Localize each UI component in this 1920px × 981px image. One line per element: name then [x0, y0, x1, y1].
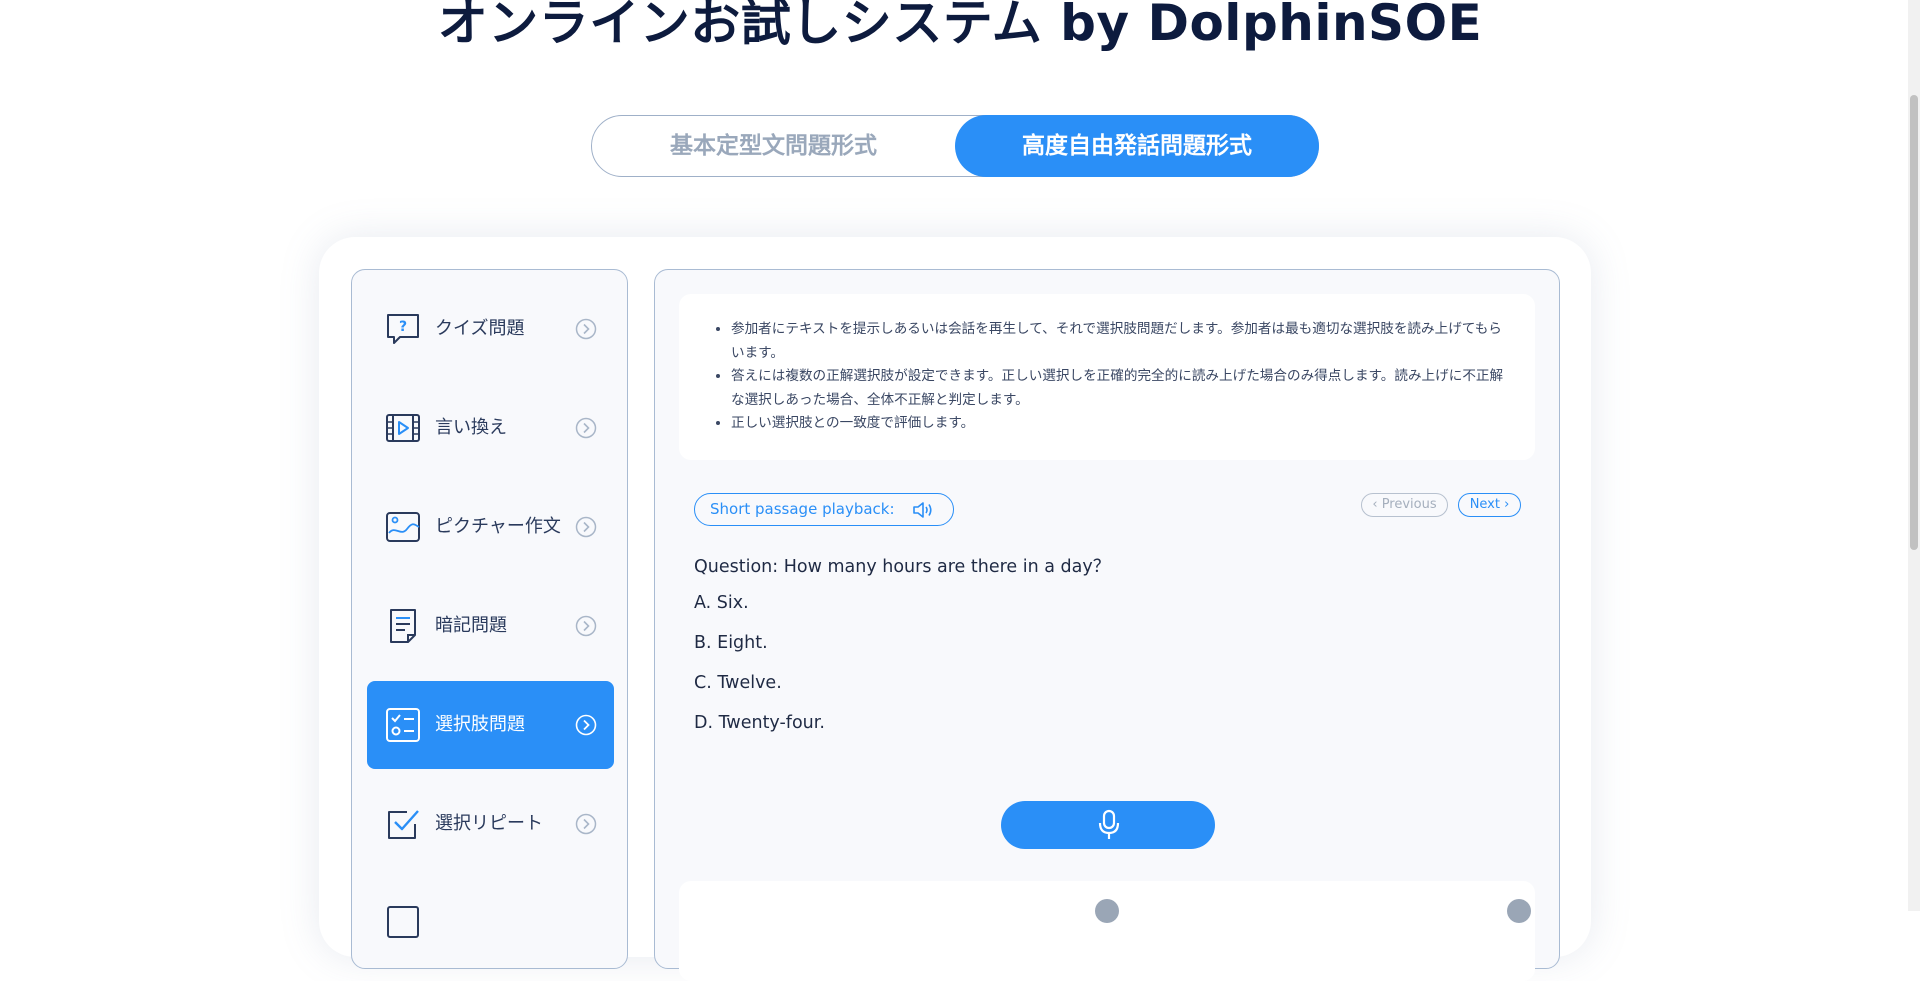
tab-advanced-format[interactable]: 高度自由発話問題形式 — [955, 114, 1319, 177]
check-repeat-icon — [388, 810, 419, 839]
speaker-icon — [913, 502, 932, 518]
sidebar-item-label: 選択リピート — [435, 813, 543, 834]
page-title: オンラインお試しシステム by DolphinSOE — [437, 0, 1483, 52]
chevron-right-icon — [575, 615, 597, 637]
result-box — [679, 881, 1535, 981]
status-dot — [1095, 899, 1119, 923]
sidebar-item-label: クイズ問題 — [435, 318, 525, 339]
description-bullet: 参加者にテキストを提示しあるいは会話を再生して、それで選択肢問題だします。参加者… — [731, 318, 1509, 365]
svg-text:?: ? — [399, 319, 407, 335]
answer-option: B. Eight. — [694, 633, 768, 653]
chevron-right-icon — [575, 516, 597, 538]
sidebar-item-label: 暗記問題 — [435, 615, 507, 636]
playback-label: Short passage playback: — [710, 500, 895, 518]
quiz-bubble-icon: ? — [387, 314, 419, 344]
mode-switch: 基本定型文問題形式 高度自由発話問題形式 — [591, 114, 1319, 177]
sidebar-item-memorization[interactable]: 暗記問題 — [367, 582, 614, 670]
next-button[interactable]: Next › — [1458, 493, 1521, 517]
video-play-icon — [386, 414, 420, 442]
sidebar-item-choice-repeat[interactable]: 選択リピート — [367, 780, 614, 868]
sidebar-item-label: 選択肢問題 — [435, 714, 525, 735]
scrollbar-thumb[interactable] — [1910, 95, 1918, 550]
checklist-icon — [386, 708, 420, 742]
answer-option: A. Six. — [694, 593, 749, 613]
question-text: Question: How many hours are there in a … — [694, 557, 1111, 577]
chevron-right-icon — [575, 417, 597, 439]
microphone-icon — [1098, 809, 1120, 839]
description-bullet: 答えには複数の正解選択肢が設定できます。正しい選択しを正確的完全的に読み上げた場… — [731, 365, 1509, 412]
document-icon — [387, 906, 419, 938]
description-box: 参加者にテキストを提示しあるいは会話を再生して、それで選択肢問題だします。参加者… — [679, 294, 1535, 460]
tab-basic-format[interactable]: 基本定型文問題形式 — [592, 115, 955, 177]
description-list: 参加者にテキストを提示しあるいは会話を再生して、それで選択肢問題だします。参加者… — [711, 318, 1509, 436]
sidebar-item-quiz[interactable]: ? クイズ問題 — [367, 285, 614, 373]
document-icon — [390, 609, 416, 643]
previous-button[interactable]: ‹ Previous — [1361, 493, 1448, 517]
content-panel: 参加者にテキストを提示しあるいは会話を再生して、それで選択肢問題だします。参加者… — [654, 269, 1560, 981]
sidebar-item-label: 言い換え — [435, 417, 507, 438]
sidebar-item-next-partial[interactable] — [367, 879, 614, 939]
sidebar: ? クイズ問題 言い換え ピクチャー作文 暗記問題 選択肢問題 選択リピート — [351, 269, 628, 969]
playback-button[interactable]: Short passage playback: — [694, 493, 954, 526]
status-dot — [1507, 899, 1531, 923]
chevron-right-icon — [575, 813, 597, 835]
sidebar-item-multiple-choice[interactable]: 選択肢問題 — [367, 681, 614, 769]
sidebar-item-paraphrase[interactable]: 言い換え — [367, 384, 614, 472]
answer-option: D. Twenty-four. — [694, 713, 825, 733]
picture-icon — [386, 512, 420, 542]
chevron-right-icon — [575, 714, 597, 736]
chevron-right-icon — [575, 318, 597, 340]
sidebar-item-label: ピクチャー作文 — [435, 516, 561, 537]
page-scrollbar[interactable] — [1908, 0, 1920, 911]
answer-option: C. Twelve. — [694, 673, 782, 693]
sidebar-item-picture-composition[interactable]: ピクチャー作文 — [367, 483, 614, 571]
record-button[interactable] — [1001, 801, 1215, 849]
description-bullet: 正しい選択肢との一致度で評価します。 — [731, 412, 1509, 436]
